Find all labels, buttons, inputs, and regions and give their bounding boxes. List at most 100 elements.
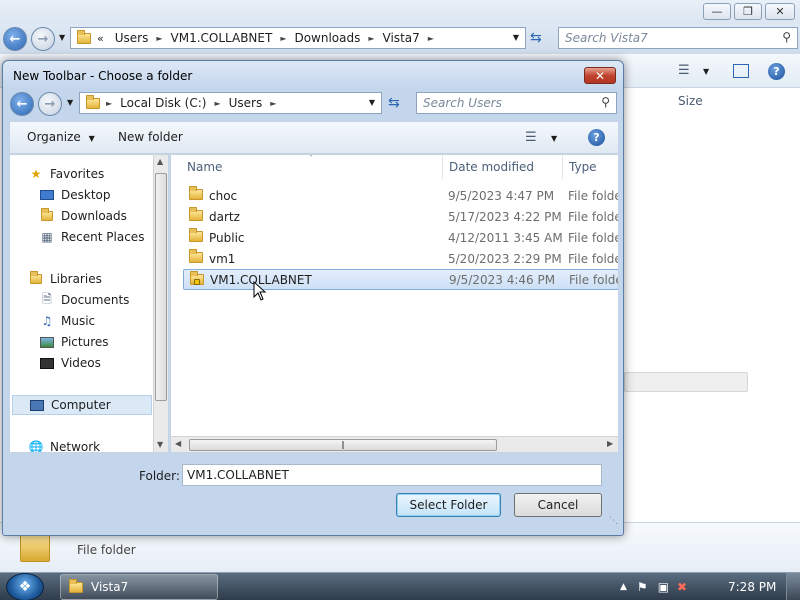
scroll-right-icon[interactable]: ▶ [607, 439, 613, 448]
crumb-vm1-collabnet[interactable]: VM1.COLLABNET [166, 31, 278, 45]
dialog-back-button[interactable]: ← [10, 92, 34, 116]
network-disconnected-icon[interactable]: ✖ [677, 580, 687, 594]
crumb-arrow-icon[interactable]: ► [211, 99, 223, 108]
background-titlebar: — ❐ ✕ [0, 0, 800, 24]
column-header-date-modified[interactable]: Date modified [443, 155, 563, 179]
file-row-vm1-collabnet[interactable]: VM1.COLLABNET 9/5/2023 4:46 PM File fold… [183, 269, 618, 290]
size-column-header[interactable]: Size [678, 94, 703, 108]
views-dropdown-icon[interactable]: ▼ [551, 134, 557, 143]
forward-button[interactable]: → [31, 27, 55, 51]
crumb-users[interactable]: Users [110, 31, 154, 45]
preview-pane-icon[interactable] [733, 64, 749, 78]
resize-grip-icon[interactable]: ⋱ [609, 516, 618, 526]
background-search-input[interactable]: Search Vista7 ⚲ [558, 27, 798, 49]
crumb-downloads[interactable]: Downloads [289, 31, 365, 45]
overflow-chevron-icon: « [97, 31, 104, 45]
dialog-close-button[interactable]: ✕ [584, 67, 616, 84]
clock[interactable]: 7:28 PM [728, 580, 776, 594]
nav-desktop[interactable]: Desktop [39, 185, 168, 205]
search-icon[interactable]: ⚲ [782, 30, 791, 44]
crumb-arrow-icon[interactable]: ► [153, 34, 165, 43]
views-dropdown-icon[interactable]: ▼ [703, 67, 709, 76]
crumb-local-disk[interactable]: Local Disk (C:) [115, 96, 211, 110]
start-button[interactable]: ❖ [6, 573, 44, 600]
crumb-arrow-icon[interactable]: ► [100, 99, 115, 108]
dialog-address-bar[interactable]: ► Local Disk (C:) ► Users ► ▼ [79, 92, 382, 114]
file-name: Public [209, 230, 245, 245]
crumb-users[interactable]: Users [224, 96, 268, 110]
crumb-arrow-icon[interactable]: ► [425, 34, 437, 43]
nav-label: Music [61, 314, 96, 328]
column-header-name[interactable]: Name ˄ [173, 155, 443, 179]
help-icon[interactable]: ? [768, 63, 785, 80]
dialog-titlebar[interactable]: New Toolbar - Choose a folder ✕ [3, 61, 623, 89]
dialog-refresh-icon[interactable]: ⇆ [388, 95, 400, 111]
scroll-left-icon[interactable]: ◀ [175, 439, 181, 448]
dialog-help-icon[interactable]: ? [588, 129, 605, 146]
scroll-down-icon[interactable]: ▼ [157, 440, 163, 449]
minimize-button[interactable]: — [703, 3, 731, 20]
nav-network[interactable]: 🌐 Network [28, 437, 168, 452]
folder-icon [69, 578, 83, 593]
dialog-address-dropdown-icon[interactable]: ▼ [369, 98, 375, 107]
nav-recent-places[interactable]: ▦ Recent Places [39, 227, 168, 247]
background-scrollbar[interactable] [624, 372, 748, 392]
back-button[interactable]: ← [3, 27, 27, 51]
show-desktop-button[interactable] [786, 573, 800, 600]
display-icon[interactable]: ▣ [658, 580, 669, 594]
crumb-vista7[interactable]: Vista7 [378, 31, 425, 45]
dialog-recent-pages-chevron-icon[interactable]: ▼ [67, 98, 73, 107]
choose-folder-dialog: New Toolbar - Choose a folder ✕ ← → ▼ ► … [2, 60, 624, 536]
views-icon[interactable]: ☰ [678, 63, 690, 78]
nav-favorites[interactable]: ★ Favorites [28, 164, 168, 184]
cancel-button[interactable]: Cancel [514, 493, 602, 517]
address-dropdown-icon[interactable]: ▼ [513, 33, 519, 42]
crumb-arrow-icon[interactable]: ► [277, 34, 289, 43]
mouse-cursor-icon [253, 281, 267, 301]
navigation-scroll-thumb[interactable] [155, 173, 167, 401]
nav-music[interactable]: ♫ Music [39, 311, 168, 331]
nav-downloads[interactable]: Downloads [39, 206, 168, 226]
horizontal-scroll-thumb[interactable]: ‖ [189, 439, 497, 451]
file-list-horizontal-scrollbar[interactable]: ◀ ‖ ▶ [171, 436, 618, 452]
crumb-arrow-icon[interactable]: ► [267, 99, 279, 108]
folder-label: Folder: [139, 469, 180, 483]
nav-computer[interactable]: Computer [12, 395, 152, 415]
crumb-arrow-icon[interactable]: ► [365, 34, 377, 43]
refresh-icon[interactable]: ⇆ [530, 30, 542, 46]
background-address-bar[interactable]: « Users ► VM1.COLLABNET ► Downloads ► Vi… [70, 27, 526, 49]
file-row-public[interactable]: Public 4/12/2011 3:45 AM File folder [183, 227, 618, 248]
file-row-vm1[interactable]: vm1 5/20/2023 2:29 PM File folder [183, 248, 618, 269]
column-header-type[interactable]: Type [563, 155, 618, 179]
dialog-command-bar: Organize ▼ New folder ☰ ▼ ? [9, 121, 619, 154]
action-center-flag-icon[interactable]: ⚑ [637, 580, 648, 594]
file-row-choc[interactable]: choc 9/5/2023 4:47 PM File folder [183, 185, 618, 206]
taskbar-item-vista7[interactable]: Vista7 [60, 574, 218, 600]
new-folder-button[interactable]: New folder [118, 130, 183, 144]
large-folder-icon [20, 534, 50, 562]
nav-label: Favorites [50, 167, 105, 181]
nav-pictures[interactable]: Pictures [39, 332, 168, 352]
views-icon[interactable]: ☰ [525, 130, 537, 145]
navigation-scrollbar[interactable]: ▲ ▼ [153, 155, 168, 452]
close-button[interactable]: ✕ [765, 3, 795, 20]
nav-videos[interactable]: Videos [39, 353, 168, 373]
nav-libraries[interactable]: Libraries [28, 269, 168, 289]
restore-button[interactable]: ❐ [734, 3, 762, 20]
file-row-dartz[interactable]: dartz 5/17/2023 4:22 PM File folder [183, 206, 618, 227]
organize-button[interactable]: Organize ▼ [27, 130, 95, 144]
folder-name-field[interactable]: VM1.COLLABNET [182, 464, 602, 486]
nav-documents[interactable]: 🗎 Documents [39, 290, 168, 310]
folder-icon [189, 207, 203, 221]
dialog-search-input[interactable]: Search Users ⚲ [416, 92, 617, 114]
show-hidden-icons-icon[interactable]: ▲ [620, 582, 627, 592]
taskbar: ❖ Vista7 ▲ ⚑ ▣ ✖ 7:28 PM [0, 572, 800, 600]
select-folder-button[interactable]: Select Folder [396, 493, 501, 517]
scroll-up-icon[interactable]: ▲ [157, 157, 163, 166]
folder-icon [189, 228, 203, 242]
search-icon[interactable]: ⚲ [601, 95, 610, 109]
background-address-row: ← → ▼ « Users ► VM1.COLLABNET ► Download… [0, 24, 800, 54]
recent-pages-chevron-icon[interactable]: ▼ [59, 33, 65, 42]
dialog-forward-button[interactable]: → [38, 92, 62, 116]
pictures-icon [39, 335, 55, 349]
